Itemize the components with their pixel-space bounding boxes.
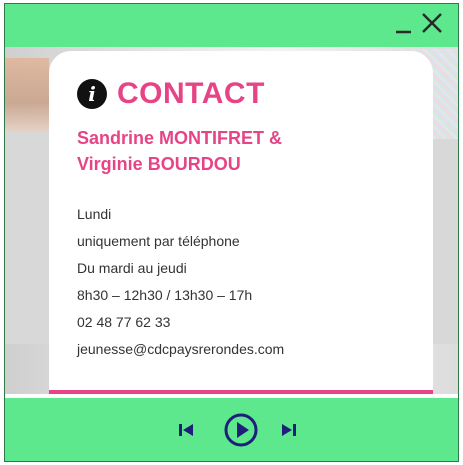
- schedule-note-1: uniquement par téléphone: [77, 233, 240, 249]
- phone-number[interactable]: 02 48 77 62 33: [77, 309, 405, 336]
- background-photo-left: [5, 58, 49, 132]
- contact-details: Lundi uniquement par téléphone Du mardi …: [77, 201, 405, 363]
- minimize-button[interactable]: [391, 10, 417, 38]
- play-button[interactable]: [223, 413, 259, 447]
- popup-window: i CONTACT Sandrine MONTIFRET & Virginie …: [4, 3, 459, 462]
- title-bar: [5, 4, 458, 47]
- contact-header: i CONTACT: [77, 77, 405, 111]
- play-icon: [224, 413, 258, 447]
- close-icon: [422, 13, 442, 33]
- contact-name-line-1: Sandrine MONTIFRET &: [77, 128, 283, 148]
- next-icon: [282, 424, 296, 436]
- contact-name-line-2: Virginie BOURDOU: [77, 154, 241, 174]
- contact-card: i CONTACT Sandrine MONTIFRET & Virginie …: [49, 51, 433, 394]
- next-button[interactable]: [278, 415, 300, 445]
- schedule-day-2: Du mardi au jeudi: [77, 260, 187, 276]
- minimize-icon: [396, 30, 411, 34]
- previous-icon: [179, 424, 193, 436]
- email-address[interactable]: jeunesse@cdcpaysrerondes.com: [77, 336, 405, 363]
- info-icon: i: [77, 79, 107, 109]
- contact-names: Sandrine MONTIFRET & Virginie BOURDOU: [77, 125, 405, 177]
- player-controls-bar: [5, 398, 458, 461]
- previous-button[interactable]: [175, 415, 197, 445]
- contact-title: CONTACT: [117, 77, 265, 110]
- schedule-hours: 8h30 – 12h30 / 13h30 – 17h: [77, 287, 253, 303]
- schedule-day-1: Lundi: [77, 206, 112, 222]
- close-button[interactable]: [419, 10, 445, 38]
